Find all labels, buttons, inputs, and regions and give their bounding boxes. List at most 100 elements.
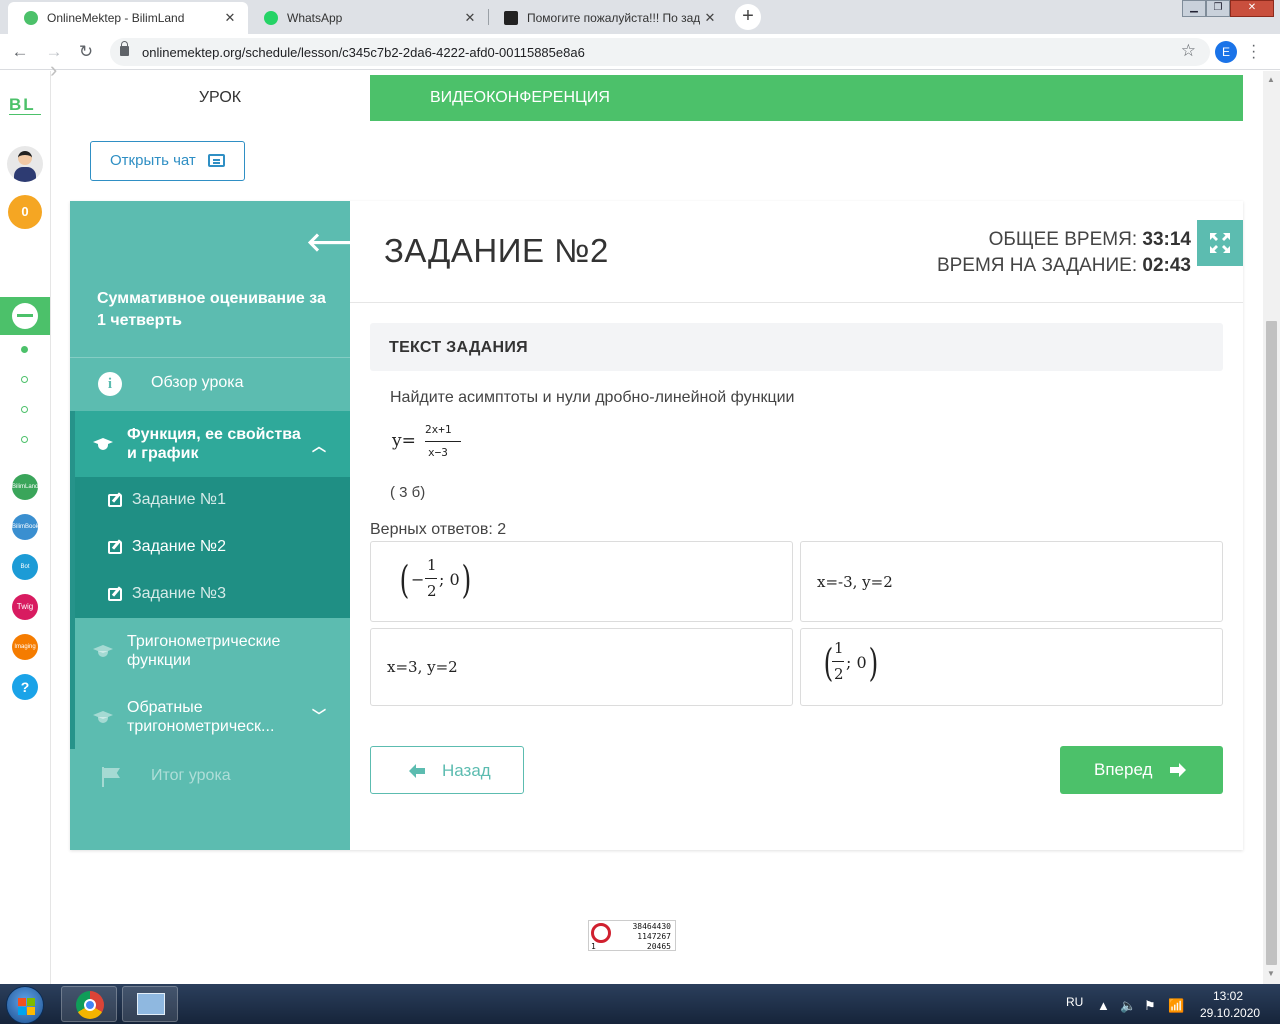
close-tab-icon[interactable]: ✕: [460, 10, 480, 26]
rail-dot[interactable]: [21, 376, 28, 383]
bilimland-app-icon[interactable]: BilimLand: [12, 474, 38, 500]
fullscreen-button[interactable]: [1197, 220, 1243, 266]
avatar-head: [18, 151, 32, 165]
answer-option-2[interactable]: x=-3, y=2: [800, 541, 1223, 622]
section-title: Обратные тригонометрическ...: [127, 699, 275, 735]
right-paren: ): [868, 641, 879, 685]
show-hidden-icons-icon[interactable]: ▲: [1097, 998, 1110, 1013]
answer-option-3[interactable]: x=3, y=2: [370, 628, 793, 706]
tab-onlinemektep[interactable]: OnlineMektep - BilimLand ✕: [8, 2, 248, 34]
reload-icon[interactable]: ↻: [74, 40, 98, 64]
edit-icon: [108, 588, 122, 601]
back-button[interactable]: Назад: [370, 746, 524, 794]
visit-counter-widget[interactable]: 38464430 1147267 20465 1: [588, 920, 676, 951]
task-time-value: 02:43: [1142, 255, 1191, 276]
rail-dot[interactable]: [21, 346, 28, 353]
close-tab-icon[interactable]: ✕: [220, 10, 240, 26]
back-arrow-icon[interactable]: ←: [8, 40, 32, 64]
bilimland-logo[interactable]: BL: [9, 95, 36, 115]
rail-expand-chevron-icon[interactable]: ›: [50, 56, 68, 86]
answer-option-4[interactable]: ( 1 2 ; 0 ): [800, 628, 1223, 706]
scroll-thumb[interactable]: [1266, 321, 1277, 965]
chevron-up-icon[interactable]: ︿: [312, 436, 326, 456]
open-chat-label: Открыть чат: [110, 152, 196, 169]
fraction-denominator: 2: [834, 665, 844, 683]
tab-whatsapp[interactable]: WhatsApp ✕: [248, 2, 488, 34]
expand-icon: [1210, 233, 1230, 253]
left-paren: (: [399, 558, 410, 602]
sidebar-section-inverse-trig[interactable]: Обратные тригонометрическ...: [70, 683, 350, 749]
counter-value: 38464430: [632, 922, 671, 931]
right-paren: ): [461, 558, 472, 602]
close-window-button[interactable]: ✕: [1230, 0, 1274, 17]
coins-badge[interactable]: 0: [8, 195, 42, 229]
action-center-icon[interactable]: ⚑: [1144, 998, 1156, 1014]
onlinemektep-rail-item[interactable]: [0, 297, 50, 335]
address-toolbar: ← → ↻ onlinemektep.org/schedule/lesson/c…: [0, 34, 1280, 70]
answer-text: x=-3, y=2: [817, 573, 893, 591]
tab-title: OnlineMektep - BilimLand: [47, 11, 185, 25]
bot-app-icon[interactable]: Bot: [12, 554, 38, 580]
rail-dot[interactable]: [21, 436, 28, 443]
restore-button[interactable]: ❐: [1206, 0, 1230, 17]
profile-avatar[interactable]: E: [1215, 41, 1237, 63]
bilimland-favicon-icon: [24, 11, 38, 25]
taskbar-desktop-app[interactable]: [122, 986, 178, 1022]
network-icon[interactable]: 📶: [1168, 998, 1184, 1014]
tab-znanija[interactable]: Помогите пожалуйста!!! По зад ✕: [488, 2, 728, 34]
graduation-cap-icon: [93, 645, 113, 657]
bilimbook-app-icon[interactable]: BilimBook: [12, 514, 38, 540]
correct-answers-count: Верных ответов: 2: [370, 521, 507, 538]
clock-time[interactable]: 13:02: [1213, 989, 1243, 1003]
imaging-app-icon[interactable]: Imaging: [12, 634, 38, 660]
collapse-sidebar-arrow-icon[interactable]: 🡐: [306, 227, 376, 258]
counter-value: 1147267: [637, 932, 671, 941]
open-chat-button[interactable]: Открыть чат: [90, 141, 245, 181]
sidebar-section-function[interactable]: Функция, ее свойства и график: [75, 411, 350, 477]
sidebar-item-summary[interactable]: Итог урока: [151, 767, 231, 785]
sidebar-section-trig[interactable]: Тригонометрические функции: [70, 618, 350, 683]
window-controls: ▁ ❐ ✕: [1182, 0, 1274, 17]
kebab-menu-icon[interactable]: · · ·: [1251, 38, 1256, 66]
help-icon[interactable]: ?: [12, 674, 38, 700]
bookmark-star-icon[interactable]: ☆: [1181, 41, 1196, 61]
next-button-label: Вперед: [1094, 760, 1153, 779]
chevron-down-icon[interactable]: ﹀: [312, 706, 326, 726]
sidebar-item-task-2[interactable]: Задание №2: [132, 538, 226, 556]
graduation-cap-icon: [93, 438, 113, 450]
counter-value: 1: [591, 942, 596, 951]
scroll-up-icon[interactable]: ▲: [1267, 75, 1275, 84]
language-indicator[interactable]: RU: [1066, 995, 1083, 1009]
sidebar-item-task-3[interactable]: Задание №3: [132, 585, 226, 603]
answer-option-1[interactable]: ( − 1 2 ; 0 ): [370, 541, 793, 622]
twig-app-icon[interactable]: Twig: [12, 594, 38, 620]
onlinemektep-icon: [12, 303, 38, 329]
scroll-down-icon[interactable]: ▼: [1267, 969, 1275, 978]
url-bar[interactable]: onlinemektep.org/schedule/lesson/c345c7b…: [110, 38, 1210, 66]
new-tab-button[interactable]: +: [735, 4, 761, 30]
formula-numerator: 2x+1: [425, 423, 452, 436]
task-text-header: ТЕКСТ ЗАДАНИЯ: [370, 323, 1223, 371]
chat-icon: [208, 154, 225, 167]
answer-rest: ; 0: [439, 570, 460, 589]
tab-lesson[interactable]: УРОК: [70, 75, 370, 121]
windows-logo-icon: [18, 1007, 26, 1015]
sidebar-item-task-1[interactable]: Задание №1: [132, 491, 226, 509]
start-button[interactable]: [6, 986, 44, 1024]
fraction-bar: [425, 578, 437, 579]
counter-value: 20465: [646, 942, 671, 951]
fraction-denominator: 2: [427, 582, 437, 600]
user-avatar[interactable]: [7, 146, 43, 182]
page-scrollbar[interactable]: ▲ ▼: [1263, 71, 1280, 984]
clock-date[interactable]: 29.10.2020: [1200, 1006, 1260, 1020]
taskbar-chrome[interactable]: [61, 986, 117, 1022]
close-tab-icon[interactable]: ✕: [700, 10, 720, 26]
minimize-button[interactable]: ▁: [1182, 0, 1206, 17]
edit-icon: [108, 494, 122, 507]
rail-dot[interactable]: [21, 406, 28, 413]
next-button[interactable]: Вперед: [1060, 746, 1223, 794]
windows-taskbar: RU 13:02 29.10.2020: [0, 984, 1280, 1024]
sidebar-item-label: Обзор урока: [151, 374, 244, 391]
volume-icon[interactable]: 🔈: [1120, 998, 1136, 1014]
tab-videoconference[interactable]: ВИДЕОКОНФЕРЕНЦИЯ: [370, 75, 1243, 121]
